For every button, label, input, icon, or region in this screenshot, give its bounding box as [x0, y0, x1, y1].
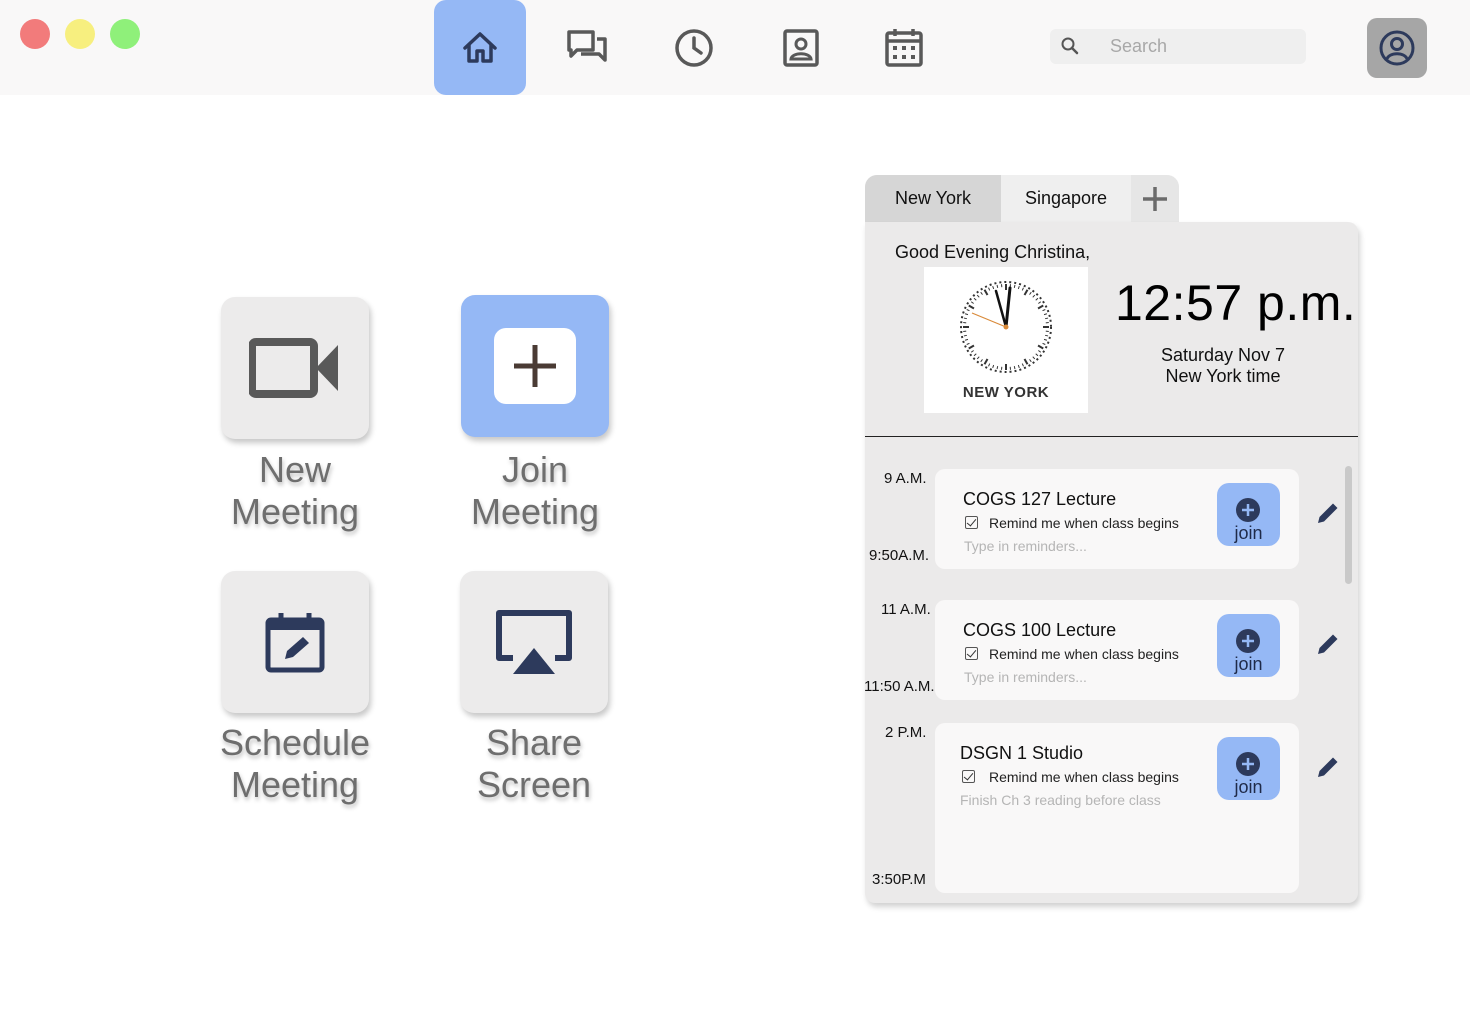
- window-close-button[interactable]: [20, 19, 50, 49]
- window-zoom-button[interactable]: [110, 19, 140, 49]
- event-start-time: 2 P.M.: [885, 724, 927, 741]
- event-start-time: 9 A.M.: [884, 470, 927, 487]
- clock-icon: [675, 28, 713, 67]
- reminder-checkbox[interactable]: [965, 516, 978, 529]
- plus-icon: [514, 345, 556, 387]
- pencil-icon[interactable]: [1315, 754, 1341, 780]
- search-box[interactable]: [1050, 29, 1306, 64]
- timezone-name: New York time: [1165, 366, 1281, 386]
- event-title: COGS 100 Lecture: [963, 620, 1117, 640]
- reminder-label: Remind me when class begins: [989, 769, 1179, 785]
- reminder-checkbox[interactable]: [965, 647, 978, 660]
- user-circle-icon: [1379, 30, 1415, 66]
- schedule-scrollbar[interactable]: [1345, 466, 1352, 584]
- clock-tick: [1045, 317, 1049, 320]
- schedule-meeting-label: Schedule Meeting: [219, 722, 371, 805]
- new-meeting-label: New Meeting: [230, 449, 360, 532]
- share-screen-label: Share Screen: [476, 722, 592, 805]
- event-start-time: 11 A.M.: [881, 601, 931, 618]
- search-icon: [1061, 37, 1079, 55]
- clock-tick: [1045, 334, 1049, 337]
- schedule-panel: Good Evening Christina, NEW YORK 12:57 p…: [865, 222, 1358, 903]
- share-screen-button[interactable]: [460, 571, 608, 713]
- home-icon: [463, 31, 497, 63]
- nav-history-tab[interactable]: [648, 0, 740, 95]
- search-input[interactable]: [1110, 29, 1300, 64]
- plus-circle-icon: [1236, 629, 1260, 653]
- app-window: New Meeting Join Meeting Schedule Meetin…: [0, 0, 1470, 1022]
- nav-chat-tab[interactable]: [541, 0, 633, 95]
- contact-card-icon: [783, 28, 819, 67]
- clock-city-label: NEW YORK: [962, 384, 1050, 401]
- profile-button[interactable]: [1367, 18, 1427, 78]
- plus-circle-icon: [1236, 498, 1260, 522]
- event-end-time: 11:50 A.M.: [865, 678, 935, 695]
- clock-tick: [996, 366, 999, 370]
- join-meeting-button[interactable]: [461, 295, 609, 437]
- join-event-button[interactable]: join: [1217, 614, 1280, 677]
- current-date: Saturday Nov 7: [1160, 345, 1286, 365]
- join-meeting-label: Join Meeting: [470, 449, 600, 532]
- join-event-button[interactable]: join: [1217, 737, 1280, 800]
- reminder-note[interactable]: Type in reminders...: [964, 538, 1087, 554]
- nav-calendar-tab[interactable]: [858, 0, 950, 95]
- new-meeting-button[interactable]: [221, 297, 369, 439]
- pencil-icon[interactable]: [1315, 500, 1341, 526]
- nav-contacts-tab[interactable]: [755, 0, 847, 95]
- join-label: join: [1234, 777, 1263, 797]
- event-title: COGS 127 Lecture: [963, 489, 1117, 509]
- top-bar: [0, 0, 1470, 95]
- event-end-time: 9:50A.M.: [869, 547, 930, 564]
- calendar-edit-icon: [265, 613, 325, 673]
- reminder-label: Remind me when class begins: [989, 646, 1179, 662]
- event-card: DSGN 1 Studio Remind me when class begin…: [935, 723, 1299, 893]
- schedule-meeting-button[interactable]: [221, 571, 369, 713]
- clock-face-icon: [960, 281, 1052, 373]
- reminder-note[interactable]: Type in reminders...: [964, 669, 1087, 685]
- plus-circle-icon: [1236, 752, 1260, 776]
- airplay-icon: [496, 610, 572, 674]
- calendar-icon: [885, 28, 923, 67]
- video-camera-icon: [249, 338, 338, 398]
- join-plus-box: [494, 328, 576, 404]
- clock-tick: [1013, 366, 1016, 370]
- pencil-icon[interactable]: [1315, 631, 1341, 657]
- analog-clock: NEW YORK: [924, 267, 1088, 413]
- window-minimize-button[interactable]: [65, 19, 95, 49]
- timezone-tabs: New York Singapore: [865, 175, 1179, 222]
- plus-icon: [1143, 186, 1167, 211]
- reminder-checkbox[interactable]: [962, 770, 975, 783]
- divider: [865, 436, 1358, 437]
- join-label: join: [1234, 523, 1263, 543]
- greeting-text: Good Evening Christina,: [895, 242, 1091, 262]
- event-card: COGS 100 Lecture Remind me when class be…: [935, 600, 1299, 700]
- chat-icon: [567, 29, 607, 62]
- reminder-label: Remind me when class begins: [989, 515, 1179, 531]
- current-time: 12:57 p.m.: [1115, 275, 1357, 331]
- clock-tick: [1013, 284, 1016, 288]
- event-title: DSGN 1 Studio: [960, 743, 1084, 763]
- event-end-time: 3:50P.M: [872, 871, 926, 888]
- tab-new-york[interactable]: New York: [865, 175, 1001, 222]
- reminder-note[interactable]: Finish Ch 3 reading before class: [960, 792, 1161, 808]
- join-event-button[interactable]: join: [1217, 483, 1280, 546]
- join-label: join: [1234, 654, 1263, 674]
- clock-tick: [963, 317, 967, 320]
- tab-singapore[interactable]: Singapore: [1001, 175, 1131, 222]
- nav-home-tab[interactable]: [434, 0, 526, 95]
- event-card: COGS 127 Lecture Remind me when class be…: [935, 469, 1299, 569]
- add-timezone-button[interactable]: [1131, 175, 1179, 222]
- clock-tick: [963, 334, 967, 337]
- clock-tick: [996, 284, 999, 288]
